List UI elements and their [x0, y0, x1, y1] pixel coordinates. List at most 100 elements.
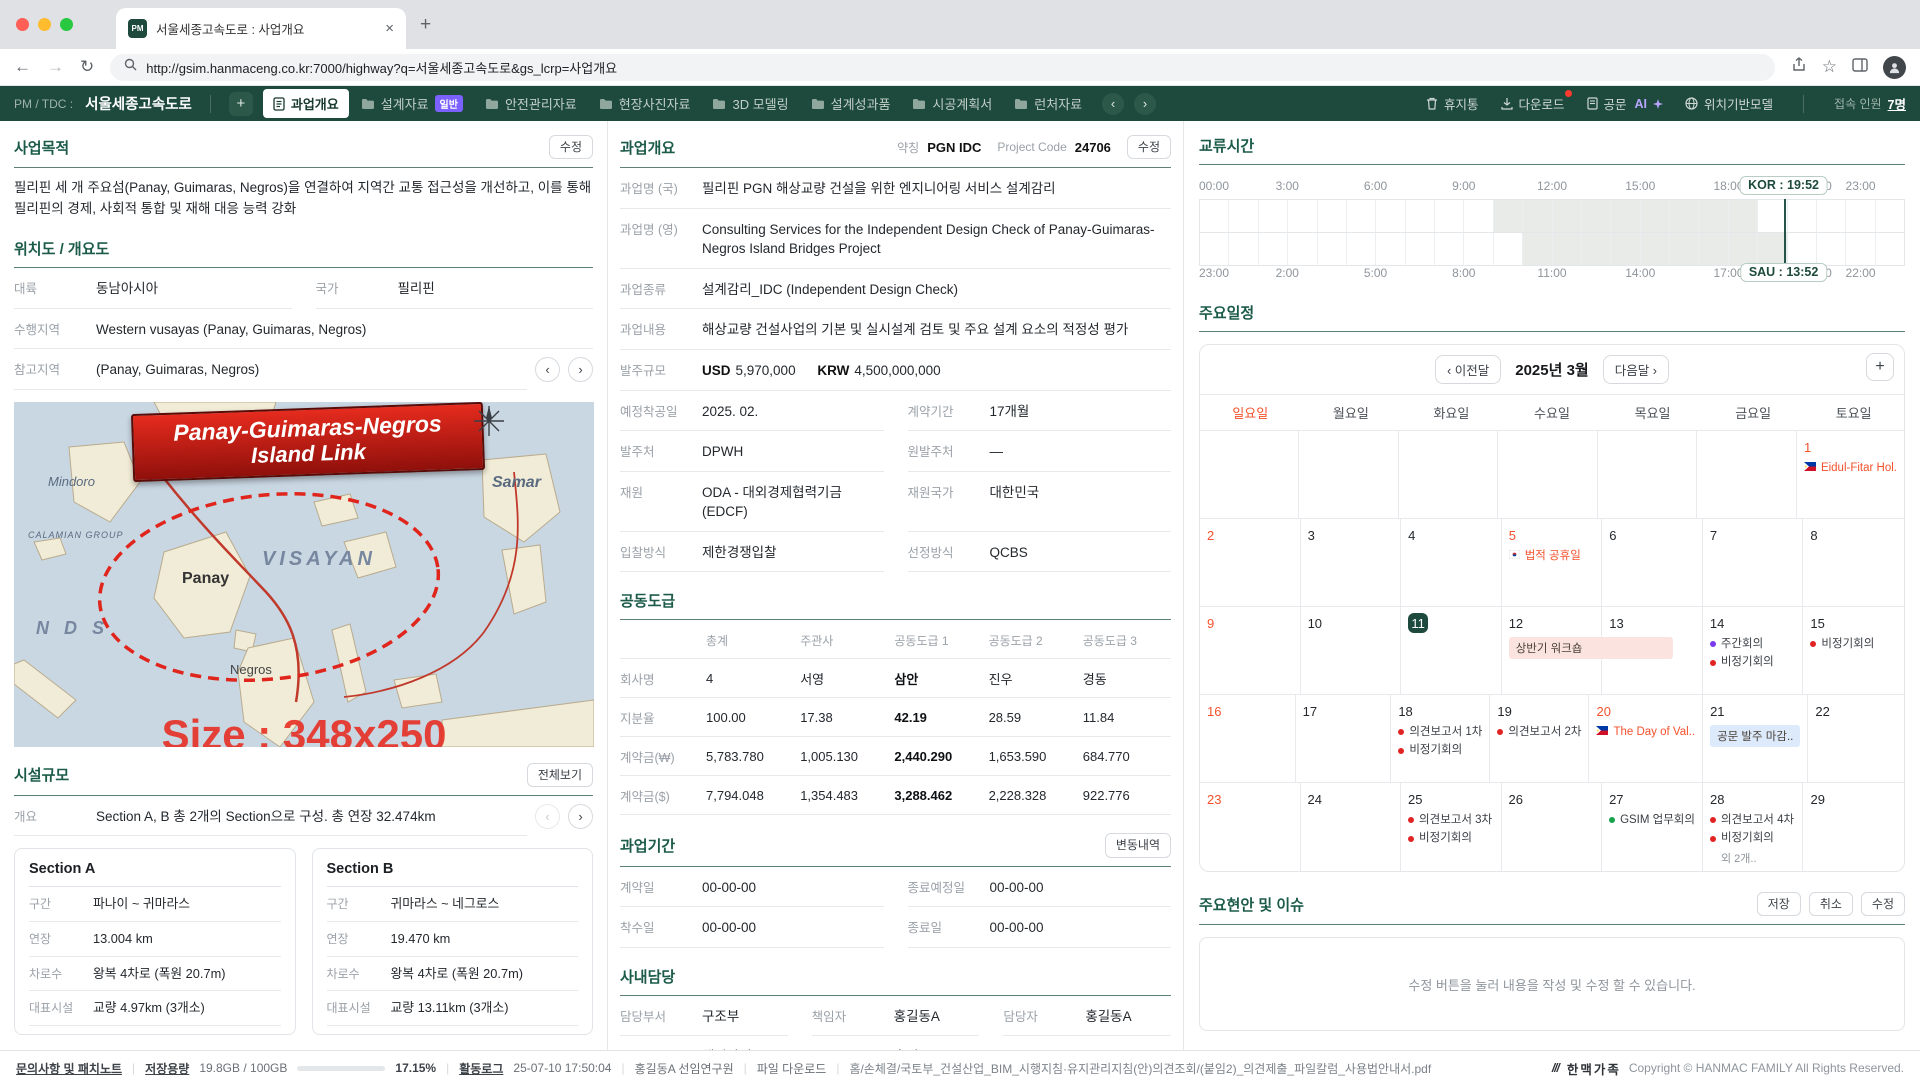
calendar-day-cell[interactable]: 15비정기회의 — [1803, 607, 1904, 695]
calendar-event[interactable]: 비정기회의 — [1710, 831, 1796, 845]
nav-tab-3d-model[interactable]: 3D 모델링 — [702, 89, 798, 118]
calendar-event[interactable]: 주간회의 — [1710, 637, 1796, 651]
minimize-window-icon[interactable] — [38, 18, 51, 31]
calendar-day-cell[interactable] — [1399, 431, 1499, 519]
calendar-day-cell[interactable] — [1498, 431, 1597, 519]
tabs-scroll-left-button[interactable]: ‹ — [1102, 93, 1124, 115]
calendar-next-month-button[interactable]: 다음달 › — [1603, 355, 1669, 384]
issues-editor[interactable]: 수정 버튼을 눌러 내용을 작성 및 수정 할 수 있습니다. — [1199, 937, 1905, 1031]
holiday-event[interactable]: The Day of Val.. — [1596, 725, 1695, 739]
nav-tab-overview[interactable]: 과업개요 — [263, 89, 349, 118]
calendar-day-cell[interactable]: 22 — [1808, 695, 1904, 783]
purpose-edit-button[interactable]: 수정 — [549, 135, 593, 159]
download-file-path[interactable]: 홈/손체결/국토부_건설산업_BIM_시행지침·유지관리지침(안)의견조회/(붙… — [849, 1060, 1431, 1077]
calendar-day-cell[interactable]: 19의견보고서 2차 — [1490, 695, 1589, 783]
period-history-button[interactable]: 변동내역 — [1105, 833, 1171, 857]
close-window-icon[interactable] — [16, 18, 29, 31]
profile-avatar[interactable] — [1883, 56, 1906, 79]
section-next-button[interactable]: › — [568, 804, 593, 829]
nav-tab-design-docs[interactable]: 설계자료 일반 — [351, 89, 473, 118]
calendar-day-cell[interactable]: 14주간회의비정기회의 — [1703, 607, 1804, 695]
holiday-event[interactable]: Eidul-Fitar Hol. — [1804, 461, 1897, 475]
calendar-event[interactable]: 비정기회의 — [1408, 831, 1494, 845]
calendar-event[interactable]: GSIM 업무회의 — [1609, 813, 1695, 827]
map-next-button[interactable]: › — [568, 357, 593, 382]
window-controls[interactable] — [16, 18, 73, 31]
issues-edit-button[interactable]: 수정 — [1861, 892, 1905, 916]
issues-save-button[interactable]: 저장 — [1757, 892, 1801, 916]
calendar-day-cell[interactable]: 29 — [1803, 783, 1904, 871]
activity-log-link[interactable]: 활동로그 — [459, 1060, 503, 1077]
nav-tab-construction-plan[interactable]: 시공계획서 — [902, 89, 1002, 118]
new-tab-button[interactable]: + — [420, 14, 431, 36]
calendar-event[interactable]: 비정기회의 — [1810, 637, 1897, 651]
calendar-day-cell[interactable]: 2 — [1200, 519, 1301, 607]
maximize-window-icon[interactable] — [60, 18, 73, 31]
section-prev-button[interactable]: ‹ — [535, 804, 560, 829]
calendar-day-cell[interactable]: 7 — [1703, 519, 1804, 607]
calendar-day-cell[interactable]: 9 — [1200, 607, 1301, 695]
calendar-event[interactable]: 의견보고서 3차 — [1408, 813, 1494, 827]
calendar-day-cell[interactable]: 1Eidul-Fitar Hol. — [1797, 431, 1904, 519]
nav-tab-safety[interactable]: 안전관리자료 — [475, 89, 587, 118]
calendar-day-cell[interactable]: 25의견보고서 3차비정기회의 — [1401, 783, 1502, 871]
calendar-event[interactable]: 비정기회의 — [1710, 655, 1796, 669]
add-project-button[interactable]: + — [229, 92, 253, 116]
calendar-event[interactable]: 의견보고서 4차 — [1710, 813, 1796, 827]
calendar-day-cell[interactable]: 6 — [1602, 519, 1703, 607]
calendar-day-cell[interactable]: 8 — [1803, 519, 1904, 607]
calendar-day-cell[interactable]: 10 — [1301, 607, 1402, 695]
calendar-day-cell[interactable]: 24 — [1301, 783, 1402, 871]
bookmark-star-icon[interactable]: ☆ — [1822, 57, 1837, 77]
file-download-label[interactable]: 파일 다운로드 — [757, 1060, 827, 1077]
calendar-day-cell[interactable] — [1598, 431, 1697, 519]
calendar-day-cell[interactable] — [1299, 431, 1398, 519]
trash-button[interactable]: 휴지통 — [1426, 94, 1479, 113]
tab-close-icon[interactable]: × — [385, 20, 394, 37]
calendar-day-cell[interactable]: 3 — [1301, 519, 1402, 607]
calendar-day-cell[interactable] — [1200, 431, 1299, 519]
panels-icon[interactable] — [1852, 57, 1868, 78]
calendar-day-cell[interactable]: 12상반기 워크숍 — [1502, 607, 1603, 695]
patch-notes-link[interactable]: 문의사항 및 패치노트 — [16, 1060, 122, 1077]
calendar-day-cell[interactable] — [1697, 431, 1797, 519]
official-doc-ai-button[interactable]: 공문 AI — [1587, 94, 1664, 113]
calendar-day-cell[interactable]: 16 — [1200, 695, 1296, 783]
task-edit-button[interactable]: 수정 — [1127, 135, 1171, 159]
calendar-add-event-button[interactable]: + — [1866, 353, 1894, 381]
nav-tab-deliverables[interactable]: 설계성과품 — [801, 89, 901, 118]
back-icon[interactable]: ← — [14, 57, 31, 77]
map-prev-button[interactable]: ‹ — [535, 357, 560, 382]
issues-cancel-button[interactable]: 취소 — [1809, 892, 1853, 916]
nav-tab-launcher[interactable]: 런처자료 — [1004, 89, 1092, 118]
calendar-day-cell[interactable]: 27GSIM 업무회의 — [1602, 783, 1703, 871]
share-icon[interactable] — [1791, 57, 1807, 78]
calendar-event[interactable]: 비정기회의 — [1398, 743, 1482, 757]
calendar-day-cell[interactable]: 23 — [1200, 783, 1301, 871]
calendar-day-cell[interactable]: 20The Day of Val.. — [1589, 695, 1703, 783]
download-button[interactable]: 다운로드 — [1501, 94, 1565, 113]
holiday-event[interactable]: 법적 공휴일 — [1509, 549, 1595, 563]
browser-tab[interactable]: PM 서울세종고속도로 : 사업개요 × — [116, 8, 406, 49]
calendar-prev-month-button[interactable]: ‹ 이전달 — [1435, 355, 1501, 384]
calendar-day-cell[interactable]: 21공문 발주 마감.. — [1703, 695, 1808, 783]
online-users[interactable]: 접속 인원 7명 — [1834, 94, 1906, 113]
calendar-event[interactable]: 의견보고서 1차 — [1398, 725, 1482, 739]
address-bar[interactable]: http://gsim.hanmaceng.co.kr:7000/highway… — [110, 54, 1775, 81]
facility-viewall-button[interactable]: 전체보기 — [527, 763, 593, 787]
reload-icon[interactable]: ↻ — [80, 57, 94, 77]
tabs-scroll-right-button[interactable]: › — [1134, 93, 1156, 115]
calendar-day-cell[interactable]: 4 — [1401, 519, 1502, 607]
calendar-day-cell[interactable]: 17 — [1296, 695, 1392, 783]
calendar-day-cell[interactable]: 28의견보고서 4차비정기회의외 2개.. — [1703, 783, 1804, 871]
calendar-day-cell[interactable]: 11 — [1401, 607, 1502, 695]
calendar-day-cell[interactable]: 18의견보고서 1차비정기회의 — [1391, 695, 1490, 783]
calendar-event[interactable]: 의견보고서 2차 — [1497, 725, 1581, 739]
location-map[interactable]: Mindoro CALAMIAN GROUP Samar Panay VISAY… — [14, 402, 594, 747]
calendar-day-cell[interactable]: 26 — [1502, 783, 1603, 871]
nav-tab-site-photos[interactable]: 현장사진자료 — [589, 89, 701, 118]
event-bar[interactable]: 상반기 워크숍 — [1509, 637, 1673, 659]
calendar-day-cell[interactable]: 5법적 공휴일 — [1502, 519, 1603, 607]
geo-model-button[interactable]: 위치기반모델 — [1685, 94, 1773, 113]
event-bar[interactable]: 공문 발주 마감.. — [1710, 725, 1800, 747]
